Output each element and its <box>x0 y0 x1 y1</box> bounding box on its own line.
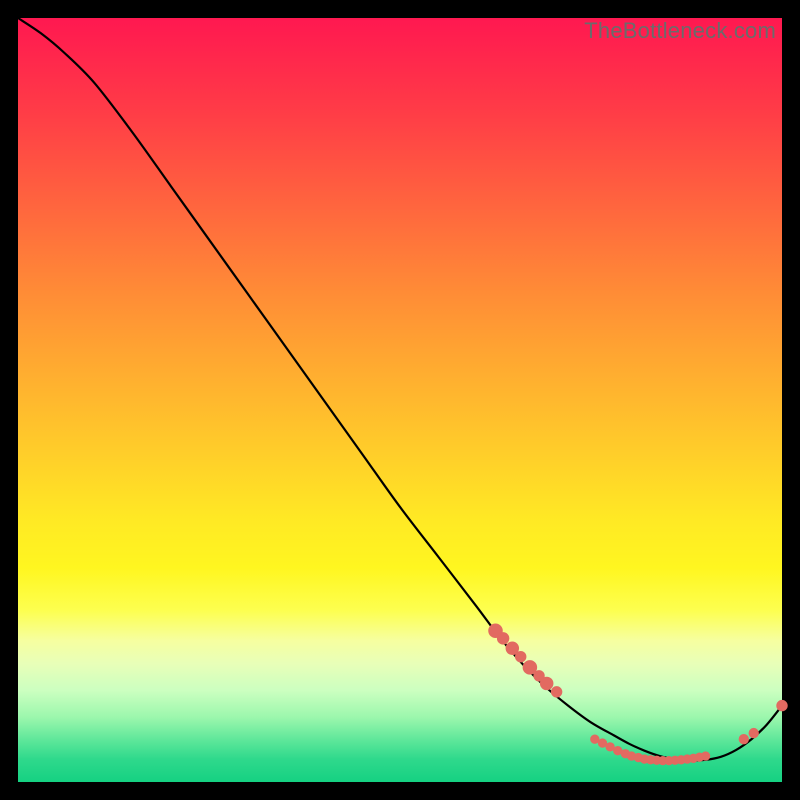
curve-marker <box>606 743 614 751</box>
curve-marker <box>749 728 758 737</box>
chart-frame: TheBottleneck.com <box>18 18 782 782</box>
curve-marker <box>701 752 709 760</box>
curve-marker <box>523 661 537 675</box>
curve-marker <box>777 700 787 710</box>
curve-marker <box>598 739 606 747</box>
bottleneck-chart <box>18 18 782 782</box>
curve-marker <box>540 677 552 689</box>
curve-marker <box>739 735 748 744</box>
curve-marker <box>506 642 518 654</box>
curve-marker <box>497 633 508 644</box>
curve-marker <box>551 687 561 697</box>
bottleneck-curve <box>18 18 782 761</box>
curve-marker <box>516 652 526 662</box>
curve-marker <box>614 747 622 755</box>
curve-markers <box>489 624 787 765</box>
curve-marker <box>591 735 599 743</box>
